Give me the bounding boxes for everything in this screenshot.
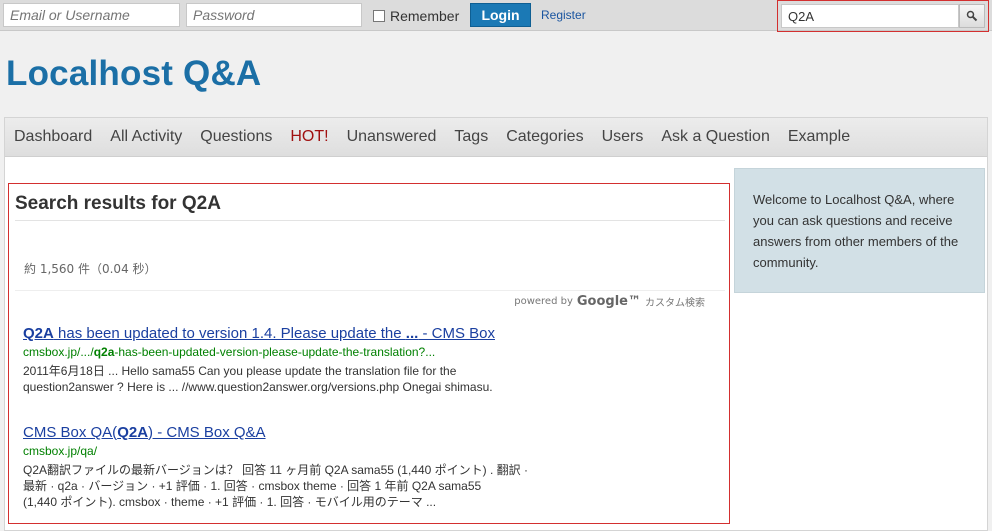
- search-result-snippet: Q2A翻訳ファイルの最新バージョンは？ 回答 11 ヶ月前 Q2A sama55…: [23, 463, 528, 509]
- search-icon: [966, 10, 978, 22]
- nav-categories[interactable]: Categories: [506, 128, 583, 146]
- search-results-panel: Search results for Q2A 約 1,560 件（0.04 秒）…: [8, 183, 730, 524]
- remember-checkbox-group[interactable]: Remember: [373, 6, 459, 26]
- login-bar: Remember Login Register: [0, 0, 992, 32]
- password-field[interactable]: [186, 3, 362, 27]
- powered-by-label: powered by: [514, 296, 573, 307]
- result-count: 約 1,560 件（0.04 秒）: [24, 262, 157, 276]
- search-result-title[interactable]: Q2A has been updated to version 1.4. Ple…: [23, 325, 713, 342]
- remember-checkbox[interactable]: [373, 10, 385, 22]
- nav-example[interactable]: Example: [788, 128, 850, 146]
- search-result-url: cmsbox.jp/.../q2a-has-been-updated-versi…: [23, 345, 436, 359]
- google-logo: Google™: [576, 294, 641, 309]
- nav-users[interactable]: Users: [602, 128, 644, 146]
- search-result: Q2A has been updated to version 1.4. Ple…: [23, 325, 713, 395]
- nav-ask-question[interactable]: Ask a Question: [661, 128, 770, 146]
- divider: [15, 290, 725, 291]
- search-result: CMS Box QA(Q2A) - CMS Box Q&A cmsbox.jp/…: [23, 424, 713, 510]
- custom-search-label: カスタム検索: [645, 298, 705, 309]
- nav-tags[interactable]: Tags: [454, 128, 488, 146]
- search-result-snippet: 2011年6月18日 ... Hello sama55 Can you plea…: [23, 364, 493, 394]
- powered-by-google: powered by Google™ カスタム検索: [514, 294, 705, 309]
- search-input[interactable]: [781, 4, 959, 28]
- nav-unanswered[interactable]: Unanswered: [347, 128, 437, 146]
- search-result-url: cmsbox.jp/qa/: [23, 444, 98, 458]
- search-button[interactable]: [959, 4, 985, 28]
- username-field[interactable]: [3, 3, 180, 27]
- sidebar-welcome: Welcome to Localhost Q&A, where you can …: [734, 168, 985, 293]
- nav-all-activity[interactable]: All Activity: [110, 128, 182, 146]
- page-title: Search results for Q2A: [15, 193, 221, 214]
- search-result-title[interactable]: CMS Box QA(Q2A) - CMS Box Q&A: [23, 424, 713, 441]
- login-button[interactable]: Login: [470, 3, 531, 27]
- nav-questions[interactable]: Questions: [200, 128, 272, 146]
- remember-label: Remember: [390, 8, 460, 24]
- search-box: [777, 0, 989, 32]
- main-nav: Dashboard All Activity Questions HOT! Un…: [5, 118, 987, 157]
- divider: [15, 220, 725, 221]
- nav-hot[interactable]: HOT!: [290, 128, 328, 146]
- site-logo[interactable]: Localhost Q&A: [6, 54, 261, 94]
- nav-dashboard[interactable]: Dashboard: [14, 128, 92, 146]
- register-link[interactable]: Register: [541, 8, 586, 22]
